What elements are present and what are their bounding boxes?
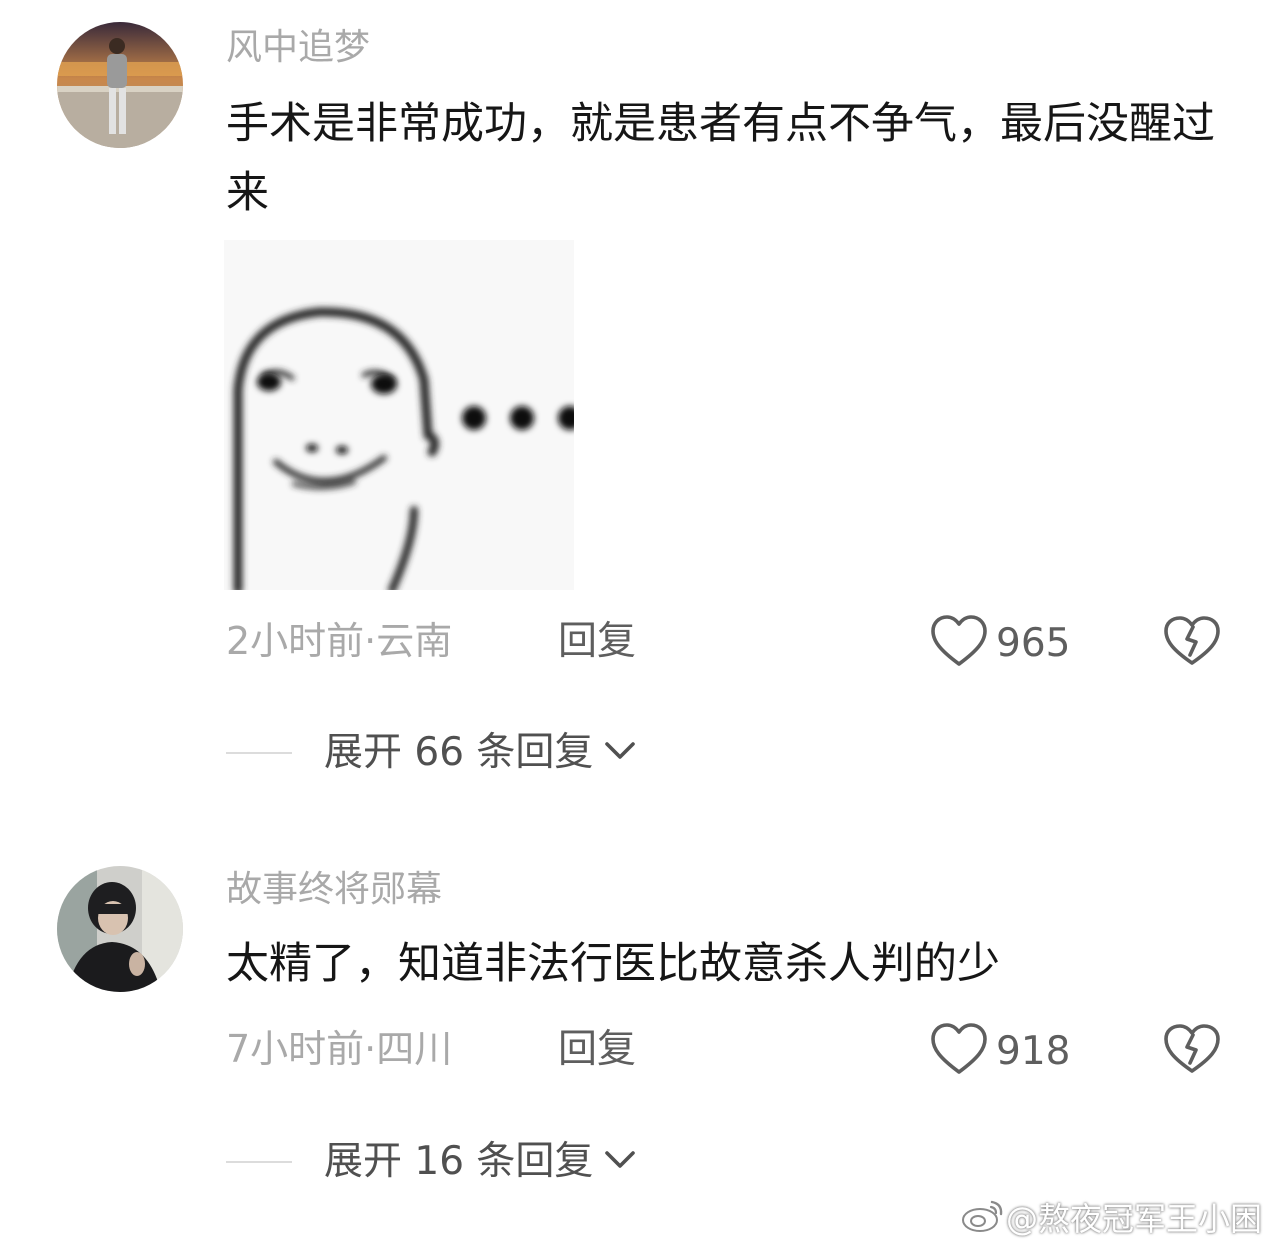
time-location: 2小时前·云南 [226,619,453,663]
like-button[interactable]: 918 [930,1022,1070,1080]
heart-outline-icon [930,1022,988,1080]
comment-text: 太精了，知道非法行医比故意杀人判的少 [226,939,1000,989]
chevron-down-icon [603,1149,637,1175]
expand-replies-label: 展开 16 条回复 [324,1139,594,1184]
weibo-logo-icon [960,1196,1006,1238]
sticker-image[interactable] [224,240,582,595]
heart-outline-icon [930,614,988,672]
dislike-button[interactable] [1163,615,1221,667]
reply-button[interactable]: 回复 [558,1030,636,1069]
avatar[interactable] [57,22,183,148]
reply-button[interactable]: 回复 [558,622,636,661]
like-count: 965 [996,620,1071,666]
expand-replies-button[interactable]: 展开 16 条回复 [226,1142,637,1181]
time-location: 7小时前·四川 [226,1027,453,1071]
username[interactable]: 风中追梦 [226,30,370,66]
comment-text: 手术是非常成功，就是患者有点不争气，最后没醒过来 [226,99,1215,218]
broken-heart-icon [1163,1024,1221,1079]
divider-line [226,751,292,754]
watermark-text: @熬夜冠军王小困 [1005,1200,1262,1238]
watermark: @熬夜冠军王小困 [960,1194,1262,1240]
chevron-down-icon [603,740,637,766]
avatar[interactable] [57,866,183,992]
expand-replies-label: 展开 66 条回复 [324,730,594,775]
like-button[interactable]: 965 [930,614,1070,672]
broken-heart-icon [1163,616,1221,671]
divider-line [226,1160,292,1163]
like-count: 918 [996,1028,1071,1074]
expand-replies-button[interactable]: 展开 66 条回复 [226,733,637,772]
dislike-button[interactable] [1163,1023,1221,1075]
username[interactable]: 故事终将郧幕 [226,872,442,908]
